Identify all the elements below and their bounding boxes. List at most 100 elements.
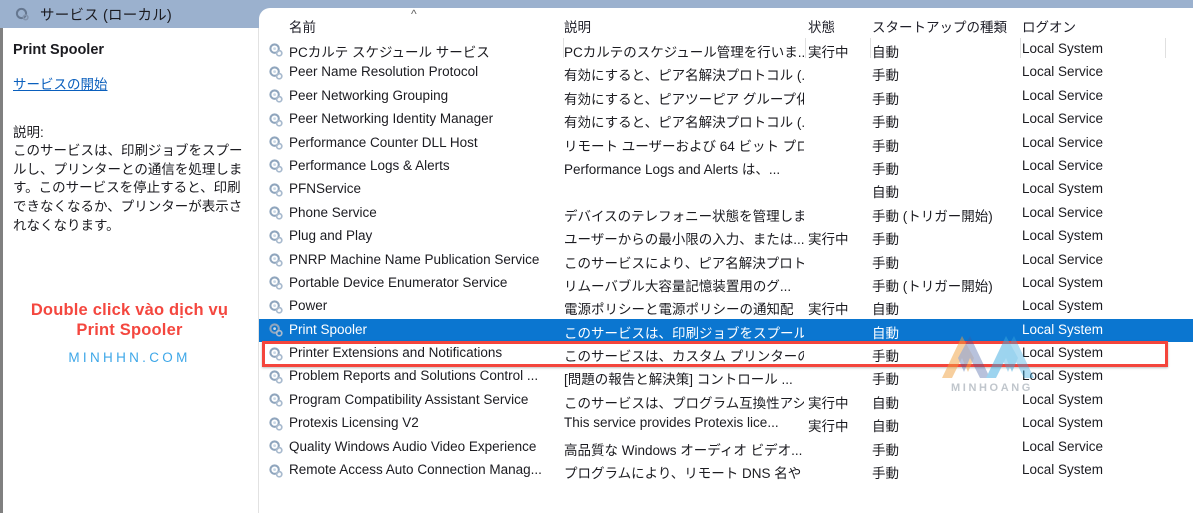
cell-description: プログラムにより、リモート DNS 名やリ... — [564, 466, 804, 482]
cell-startup-type: 自動 — [872, 185, 899, 201]
annotation-line-1: Double click vào dịch vụ — [30, 301, 229, 319]
cell-startup-type: 自動 — [872, 419, 899, 435]
cell-description: Performance Logs and Alerts は、... — [564, 161, 781, 177]
table-row[interactable]: Performance Counter DLL Host リモート ユーザーおよび… — [259, 132, 1193, 155]
cell-startup-type: 自動 — [872, 45, 899, 60]
cell-logon-as: Local Service — [1022, 204, 1104, 220]
console-title: サービス (ローカル) — [40, 7, 172, 24]
column-header-description[interactable]: 説明 — [564, 16, 804, 36]
cell-startup-type: 自動 — [872, 395, 899, 411]
cell-description: 有効にすると、ピア名解決プロトコル (... — [564, 115, 804, 131]
table-row[interactable]: Quality Windows Audio Video Experience 高品… — [259, 436, 1193, 459]
sort-ascending-icon: ^ — [411, 7, 417, 21]
table-row[interactable]: Protexis Licensing V2 This service provid… — [259, 412, 1193, 435]
cell-startup-type: 手動 — [872, 68, 899, 84]
annotation-overlay: Double click vào dịch vụ Print Spooler M… — [0, 300, 259, 365]
cell-startup-type: 自動 — [872, 325, 899, 341]
table-row[interactable]: PNRP Machine Name Publication Service このサ… — [259, 249, 1193, 272]
cell-startup-type: 手動 — [872, 255, 899, 271]
cell-service-name: Peer Name Resolution Protocol — [289, 64, 479, 80]
service-gear-icon — [268, 135, 284, 151]
service-gear-icon — [268, 65, 284, 81]
table-row[interactable]: PFNService 自動 Local System — [259, 178, 1193, 201]
table-row[interactable]: Remote Access Auto Connection Manag... プロ… — [259, 459, 1193, 482]
service-gear-icon — [268, 392, 284, 408]
cell-logon-as: Local Service — [1022, 64, 1104, 80]
cell-service-name: Power — [289, 298, 328, 314]
table-row[interactable]: Phone Service デバイスのテレフォニー状態を管理します 手動 (トリガー… — [259, 202, 1193, 225]
cell-startup-type: 手動 (トリガー開始) — [872, 278, 993, 294]
cell-service-name: Printer Extensions and Notifications — [289, 345, 503, 361]
service-gear-icon — [268, 112, 284, 128]
description-text: このサービスは、印刷ジョブをスプールし、プリンターとの通信を処理します。このサー… — [13, 143, 243, 233]
service-gear-icon — [268, 252, 284, 268]
table-row[interactable]: Plug and Play ユーザーからの最小限の入力、または... 実行中 手動 Lo… — [259, 225, 1193, 248]
cell-description: このサービスは、プログラム互換性アシ... — [564, 395, 804, 411]
cell-startup-type: 手動 — [872, 115, 899, 131]
cell-description: 有効にすると、ピア名解決プロトコル (... — [564, 68, 804, 84]
column-header-name[interactable]: 名前 — [289, 16, 557, 36]
cell-service-name: Program Compatibility Assistant Service — [289, 391, 529, 407]
table-row[interactable]: Power 電源ポリシーと電源ポリシーの通知配 実行中 自動 Local System — [259, 295, 1193, 318]
cell-logon-as: Local System — [1022, 228, 1104, 244]
annotation-website: MINHHN.COM — [68, 350, 191, 366]
service-gear-icon — [268, 275, 284, 291]
cell-logon-as: Local Service — [1022, 111, 1104, 127]
services-gear-icon — [14, 6, 31, 23]
cell-startup-type: 手動 — [872, 161, 899, 177]
cell-description: このサービスは、カスタム プリンターのタ... — [564, 349, 804, 365]
cell-logon-as: Local Service — [1022, 134, 1104, 150]
cell-startup-type: 手動 — [872, 232, 899, 248]
services-table-header: 名前 ^ 説明 状態 スタートアップの種類 ログオン — [259, 7, 1193, 58]
cell-logon-as: Local System — [1022, 274, 1104, 290]
start-service-link[interactable]: サービスの開始 — [13, 73, 108, 93]
cell-description: リムーバブル大容量記憶装置用のグ... — [564, 278, 792, 294]
table-row[interactable]: Peer Name Resolution Protocol 有効にすると、ピア名解… — [259, 61, 1193, 84]
cell-startup-type: 自動 — [872, 302, 899, 318]
cell-service-name: Print Spooler — [289, 321, 368, 337]
cell-description: This service provides Protexis lice... — [564, 415, 779, 431]
cell-service-name: Peer Networking Identity Manager — [289, 111, 494, 127]
service-detail-pane: Print Spooler サービスの開始 説明: このサービスは、印刷ジョブを… — [0, 28, 259, 513]
table-row[interactable]: PCカルテ スケジュール サービス PCカルテのスケジュール管理を行いま... 実行… — [259, 38, 1193, 61]
table-row[interactable]: Portable Device Enumerator Service リムーバブル… — [259, 272, 1193, 295]
cell-service-name: Protexis Licensing V2 — [289, 415, 419, 431]
cell-service-name: Quality Windows Audio Video Experience — [289, 438, 537, 454]
cell-logon-as: Local System — [1022, 41, 1104, 56]
cell-service-name: Phone Service — [289, 204, 377, 220]
column-header-logon-as[interactable]: ログオン — [1022, 16, 1182, 36]
table-row[interactable]: Program Compatibility Assistant Service こ… — [259, 389, 1193, 412]
cell-startup-type: 手動 — [872, 466, 899, 482]
cell-description: デバイスのテレフォニー状態を管理します — [564, 208, 804, 224]
table-row-selected[interactable]: Print Spooler このサービスは、印刷ジョブをスプール... 自動 Loca… — [259, 318, 1193, 343]
service-gear-icon — [268, 369, 284, 385]
service-gear-icon — [268, 229, 284, 245]
service-gear-icon — [268, 182, 284, 198]
service-gear-icon — [268, 42, 284, 58]
cell-startup-type: 手動 — [872, 349, 899, 365]
column-header-startup-type[interactable]: スタートアップの種類 — [872, 16, 1022, 36]
cell-logon-as: Local Service — [1022, 438, 1104, 454]
table-row[interactable]: Problem Reports and Solutions Control ..… — [259, 365, 1193, 388]
table-row[interactable]: Performance Logs & Alerts Performance Log… — [259, 155, 1193, 178]
cell-service-name: Portable Device Enumerator Service — [289, 274, 508, 290]
service-gear-icon — [268, 463, 284, 479]
column-header-status[interactable]: 状態 — [808, 16, 866, 36]
service-gear-icon — [268, 346, 284, 362]
cell-service-name: Remote Access Auto Connection Manag... — [289, 462, 542, 478]
cell-description: PCカルテのスケジュール管理を行いま... — [564, 45, 804, 60]
table-row[interactable]: Peer Networking Grouping 有効にすると、ピアツーピア グル… — [259, 85, 1193, 108]
description-label: 説明: — [13, 125, 44, 140]
cell-service-name: Problem Reports and Solutions Control ..… — [289, 368, 539, 384]
cell-status: 実行中 — [808, 45, 849, 60]
services-list-pane: 名前 ^ 説明 状態 スタートアップの種類 ログオン PCカルテ スケジュール … — [259, 8, 1193, 513]
table-row[interactable]: Peer Networking Identity Manager 有効にすると、ピ… — [259, 108, 1193, 131]
service-gear-icon — [268, 439, 284, 455]
table-row[interactable]: Printer Extensions and Notifications このサー… — [259, 342, 1193, 365]
cell-startup-type: 手動 — [872, 372, 899, 388]
cell-description: リモート ユーザーおよび 64 ビット プロセ... — [564, 138, 804, 154]
service-gear-icon — [268, 158, 284, 174]
cell-startup-type: 手動 — [872, 91, 899, 107]
cell-logon-as: Local System — [1022, 181, 1104, 197]
cell-logon-as: Local System — [1022, 391, 1104, 407]
